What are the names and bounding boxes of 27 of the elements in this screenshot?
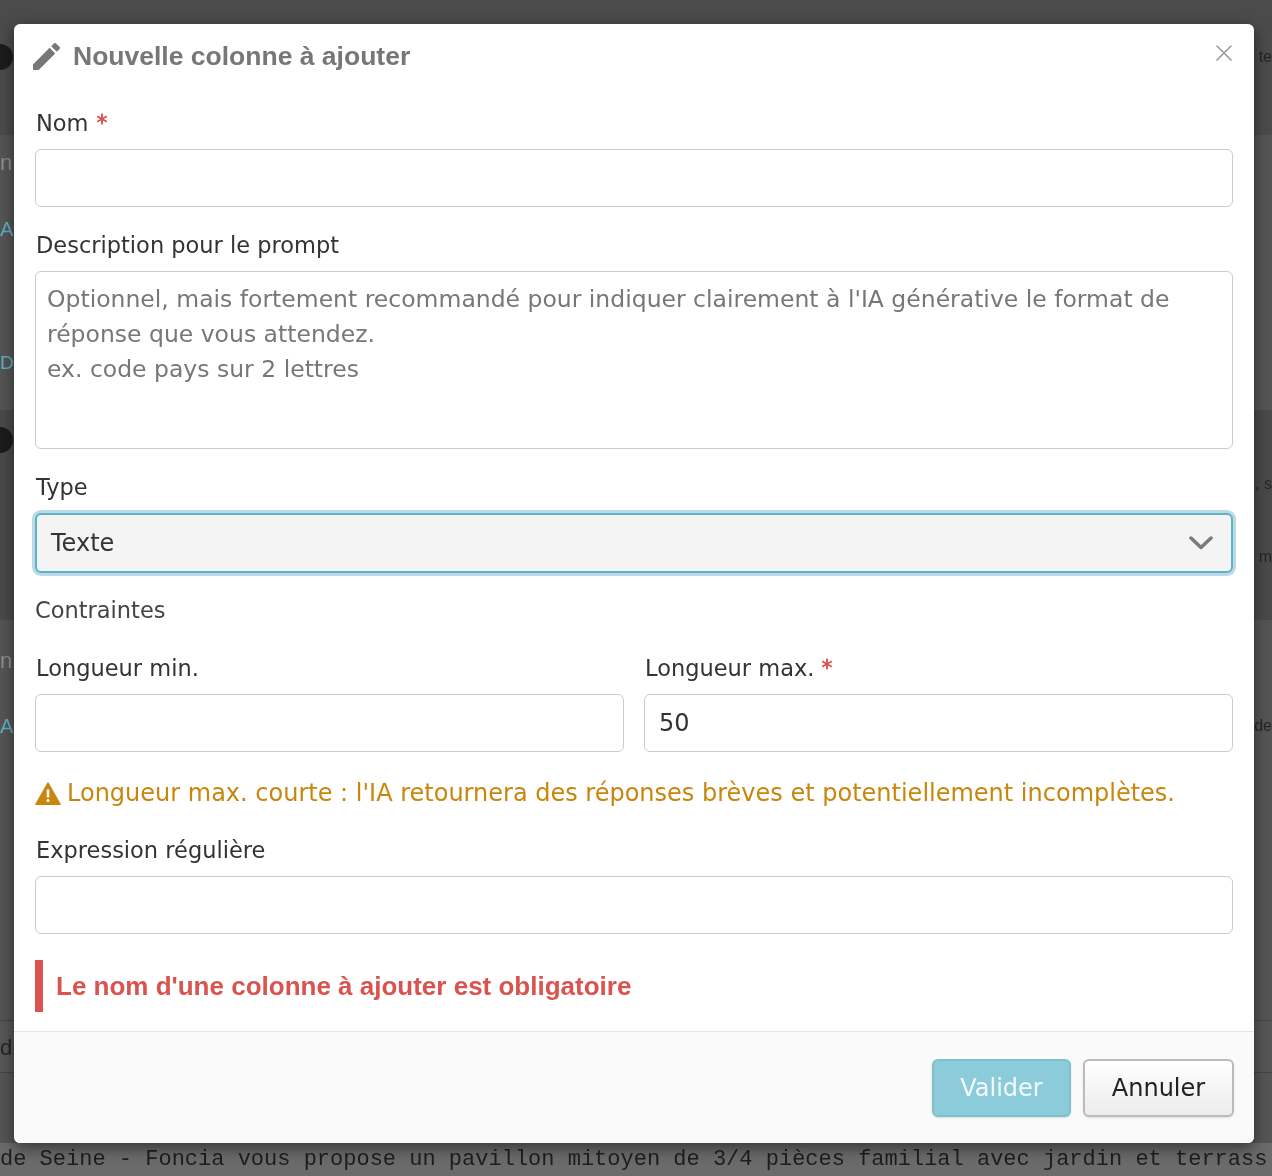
field-label: Description pour le prompt — [36, 231, 340, 260]
chevron-down-icon — [1189, 536, 1213, 550]
text-field[interactable] — [35, 149, 1233, 207]
background-text: n — [0, 150, 13, 176]
dialog-title: Nouvelle colonne à ajouter — [73, 40, 411, 73]
field-label: Longueur max. — [645, 654, 815, 683]
text-field[interactable]: 50 — [644, 694, 1233, 752]
field-label: Nom — [36, 109, 89, 138]
background-text: D — [0, 351, 14, 375]
cancel-button[interactable]: Annuler — [1083, 1058, 1234, 1117]
field-label: Expression régulière — [36, 836, 266, 865]
background-text: de Seine - Foncia vous propose un pavillon mitoyen de 3/4 pièces familial avec jardin et terrass — [0, 1147, 1268, 1172]
textarea-field[interactable]: Optionnel, mais fortement recommandé pour indiquer clairement à l'IA générative le format de réponse que vous attendez. ex. code pays sur 2 lettres — [35, 271, 1233, 449]
background-text: A — [0, 217, 14, 242]
text-field[interactable] — [35, 694, 624, 752]
warning-message: Longueur max. courte : l'IA retournera des réponses brèves et potentiellement incomplètes. — [67, 778, 1175, 808]
text-field[interactable] — [35, 876, 1233, 934]
warning-icon — [35, 781, 61, 805]
error-message: Le nom d'une colonne à ajouter est obligatoire — [35, 960, 636, 1012]
background-text: n — [0, 648, 13, 674]
field-label: Longueur min. — [36, 654, 199, 683]
background-text: A — [0, 714, 14, 739]
type-select[interactable]: Texte — [35, 513, 1233, 573]
close-icon[interactable] — [1216, 45, 1232, 61]
section-title: Contraintes — [35, 596, 166, 625]
field-label: Type — [36, 473, 88, 502]
pencil-icon — [33, 42, 60, 70]
